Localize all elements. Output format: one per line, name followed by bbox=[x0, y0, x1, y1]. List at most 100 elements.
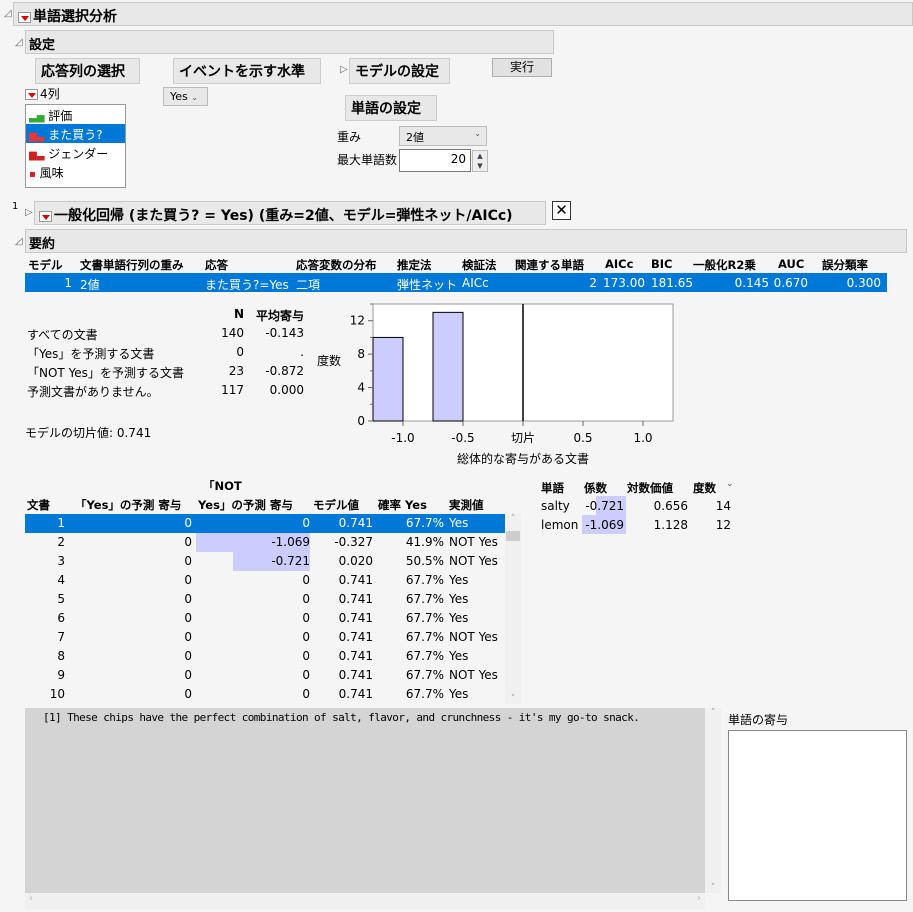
column-item[interactable]: ▆▃ ジェンダー bbox=[26, 143, 125, 162]
red-triangle-menu-icon[interactable] bbox=[25, 89, 38, 100]
not-yes-contribution: 0 bbox=[302, 668, 310, 682]
yes-contribution: 0 bbox=[184, 687, 192, 701]
summary-header-cell: AICc bbox=[605, 257, 634, 271]
column-label: 風味 bbox=[39, 166, 64, 180]
event-level-select[interactable]: Yes ⌄ bbox=[163, 87, 208, 106]
not-yes-contribution: 0 bbox=[302, 687, 310, 701]
red-triangle-menu-icon[interactable] bbox=[18, 11, 31, 23]
model-index: 1 bbox=[12, 201, 19, 212]
expand-icon[interactable]: ▷ bbox=[340, 64, 348, 75]
spinner[interactable]: ▲ ▼ bbox=[472, 150, 488, 172]
y-tick-label: 4 bbox=[357, 381, 365, 395]
spin-down-icon[interactable]: ▼ bbox=[473, 161, 487, 171]
probability-yes: 67.7% bbox=[405, 516, 444, 530]
weight-select[interactable]: 2値 ⌄ bbox=[399, 126, 487, 146]
actual-value: Yes bbox=[449, 516, 469, 530]
scroll-thumb[interactable] bbox=[506, 531, 520, 541]
scroll-down-icon[interactable]: ˅ bbox=[705, 883, 721, 893]
summary-title: 要約 bbox=[29, 237, 56, 252]
col-header: 対数価値 bbox=[627, 481, 673, 495]
histogram-bar bbox=[372, 336, 404, 422]
vertical-scrollbar[interactable]: ˄ ˅ bbox=[505, 514, 521, 704]
summary-cell: また買う?=Yes bbox=[205, 278, 289, 292]
row-label: 予測文書がありません。 bbox=[27, 385, 159, 399]
nominal-icon: ▪ bbox=[29, 169, 36, 180]
col-header-top: 「NOT bbox=[203, 479, 242, 493]
model-value: 0.741 bbox=[338, 611, 373, 625]
column-item-selected[interactable]: ▆▃ また買う? bbox=[26, 124, 125, 143]
settings-header: 設定 bbox=[25, 30, 554, 54]
col-header: 係数 bbox=[584, 481, 607, 495]
max-words-label: 最大単語数 bbox=[337, 153, 398, 167]
actual-value: NOT Yes bbox=[449, 668, 498, 682]
spin-up-icon[interactable]: ▲ bbox=[473, 151, 487, 161]
report-title: 単語選択分析 bbox=[33, 9, 117, 25]
yes-contribution: 0 bbox=[184, 592, 192, 606]
y-tick-label: 8 bbox=[357, 347, 365, 361]
not-yes-contribution: 0 bbox=[302, 592, 310, 606]
contribution-histogram: 0 4 8 12 -1.0 -0.5 切片 0.5 1.0 bbox=[350, 303, 674, 445]
close-icon[interactable]: ✕ bbox=[552, 201, 571, 220]
summary-header-cell: モデル bbox=[28, 258, 63, 272]
yes-contribution: 0 bbox=[184, 668, 192, 682]
report-header: 単語選択分析 bbox=[13, 2, 913, 26]
document-text-view[interactable]: [1] These chips have the perfect combina… bbox=[25, 708, 705, 893]
probability-yes: 67.7% bbox=[405, 649, 444, 663]
summary-header: 要約 bbox=[25, 229, 907, 253]
collapse-icon[interactable]: ◿ bbox=[4, 8, 12, 19]
actual-value: NOT Yes bbox=[449, 630, 498, 644]
scroll-up-icon[interactable]: ˄ bbox=[505, 514, 521, 524]
scroll-up-icon[interactable]: ˄ bbox=[705, 708, 721, 718]
summary-header-cell: AUC bbox=[778, 257, 805, 271]
model-title: 一般化回帰 (また買う? = Yes) (重み=2値、モデル=弾性ネット/AIC… bbox=[54, 208, 513, 224]
run-button[interactable]: 実行 bbox=[492, 58, 552, 77]
not-yes-contribution: 0 bbox=[302, 573, 310, 587]
model-value: 0.741 bbox=[338, 592, 373, 606]
mean-value: 0.000 bbox=[269, 383, 304, 397]
yes-contribution: 0 bbox=[184, 516, 192, 530]
response-column-header: 応答列の選択 bbox=[35, 58, 140, 84]
row-label: 「Yes」を予測する文書 bbox=[27, 347, 155, 361]
doc-number: 3 bbox=[57, 554, 65, 568]
scroll-down-icon[interactable]: ˅ bbox=[505, 694, 521, 704]
text-horizontal-scrollbar[interactable]: ‹ › bbox=[25, 893, 705, 909]
actual-value: Yes bbox=[449, 611, 469, 625]
continuous-icon: ▃▅ bbox=[29, 112, 45, 123]
collapse-icon[interactable]: ◿ bbox=[15, 236, 23, 247]
event-level-header: イベントを示す水準 bbox=[173, 58, 321, 84]
coefficient: -1.069 bbox=[585, 518, 624, 532]
not-yes-contribution: -0.721 bbox=[271, 554, 310, 568]
summary-header-cell: 応答 bbox=[205, 258, 228, 272]
column-item[interactable]: ▪ 風味 bbox=[26, 162, 125, 181]
collapse-icon[interactable]: ◿ bbox=[15, 37, 23, 48]
column-list[interactable]: ▃▅ 評価 ▆▃ また買う? ▆▃ ジェンダー ▪ 風味 bbox=[25, 104, 126, 188]
col-header: 単語 bbox=[541, 481, 564, 495]
weight-label: 重み bbox=[337, 130, 362, 144]
summary-header-cell: 一般化R2乗 bbox=[693, 258, 756, 272]
sort-chevron-icon[interactable]: ⌄ bbox=[726, 479, 734, 489]
scroll-left-icon[interactable]: ‹ bbox=[29, 893, 33, 904]
text-vertical-scrollbar[interactable]: ˄ ˅ bbox=[705, 708, 721, 893]
doc-number: 6 bbox=[57, 611, 65, 625]
red-triangle-menu-icon[interactable] bbox=[39, 210, 52, 222]
summary-header-cell: 誤分類率 bbox=[822, 258, 868, 272]
x-tick-label: 1.0 bbox=[633, 431, 652, 445]
col-header: Yes」の予測 寄与 bbox=[198, 498, 293, 512]
probability-yes: 67.7% bbox=[405, 630, 444, 644]
model-value: 0.741 bbox=[338, 630, 373, 644]
summary-cell: AICc bbox=[462, 276, 489, 290]
probability-yes: 67.7% bbox=[405, 592, 444, 606]
doc-number: 1 bbox=[57, 516, 65, 530]
expand-icon[interactable]: ▷ bbox=[25, 207, 33, 218]
not-yes-contribution: 0 bbox=[302, 516, 310, 530]
model-settings-header[interactable]: モデルの設定 bbox=[349, 58, 450, 84]
y-tick-label: 12 bbox=[350, 314, 365, 328]
document-text: [1] These chips have the perfect combina… bbox=[43, 711, 640, 724]
not-yes-contribution: 0 bbox=[302, 611, 310, 625]
max-words-input[interactable]: 20 bbox=[399, 149, 471, 172]
actual-value: Yes bbox=[449, 687, 469, 701]
col-header: 「Yes」の予測 寄与 bbox=[75, 498, 182, 512]
scroll-right-icon[interactable]: › bbox=[697, 893, 701, 904]
column-item[interactable]: ▃▅ 評価 bbox=[26, 105, 125, 124]
columns-menu[interactable]: 4列 bbox=[25, 85, 60, 102]
